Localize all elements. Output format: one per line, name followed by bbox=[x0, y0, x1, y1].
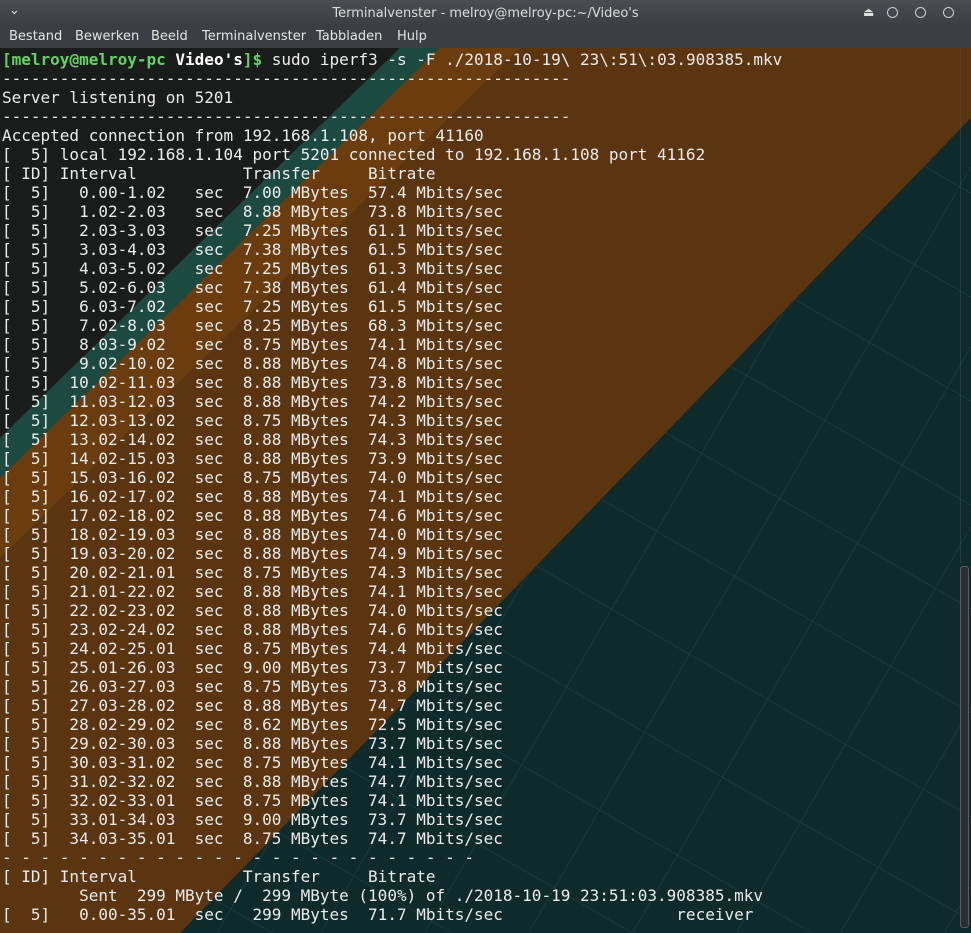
output-line: [ 5] 12.03-13.02 sec 8.75 MBytes 74.3 Mb… bbox=[2, 411, 503, 430]
output-line: ----------------------------------------… bbox=[2, 69, 571, 88]
output-line: [ ID] Interval Transfer Bitrate bbox=[2, 164, 436, 183]
output-line: [ 5] 26.03-27.03 sec 8.75 MBytes 73.8 Mb… bbox=[2, 677, 503, 696]
command-text: sudo iperf3 -s -F ./2018-10-19\ 23\:51\:… bbox=[271, 50, 783, 69]
output-line: [ 5] 19.03-20.02 sec 8.88 MBytes 74.9 Mb… bbox=[2, 544, 503, 563]
output-line: [ 5] 22.02-23.02 sec 8.88 MBytes 74.0 Mb… bbox=[2, 601, 503, 620]
output-line: [ 5] 13.02-14.02 sec 8.88 MBytes 74.3 Mb… bbox=[2, 430, 503, 449]
minimize-button[interactable] bbox=[887, 7, 898, 18]
output-line: [ 5] 21.01-22.02 sec 8.88 MBytes 74.1 Mb… bbox=[2, 582, 503, 601]
output-line: [ 5] 18.02-19.03 sec 8.88 MBytes 74.0 Mb… bbox=[2, 525, 503, 544]
output-line: [ 5] 24.02-25.01 sec 8.75 MBytes 74.4 Mb… bbox=[2, 639, 503, 658]
output-line: [ 5] local 192.168.1.104 port 5201 conne… bbox=[2, 145, 706, 164]
prompt-user-host: melroy@melroy-pc bbox=[11, 50, 166, 69]
menu-tabbladen[interactable]: Tabbladen bbox=[316, 29, 382, 44]
output-line: [ 5] 29.02-30.03 sec 8.88 MBytes 73.7 Mb… bbox=[2, 734, 503, 753]
output-line: [ 5] 10.02-11.03 sec 8.88 MBytes 73.8 Mb… bbox=[2, 373, 503, 392]
prompt-line: [melroy@melroy-pc Video's]$ sudo iperf3 … bbox=[2, 50, 782, 69]
keep-above-icon[interactable]: ⏏ bbox=[863, 5, 874, 19]
output-line: [ 5] 4.03-5.02 sec 7.25 MBytes 61.3 Mbit… bbox=[2, 259, 503, 278]
output-line: [ 5] 11.03-12.03 sec 8.88 MBytes 74.2 Mb… bbox=[2, 392, 503, 411]
terminal-output: [melroy@melroy-pc Video's]$ sudo iperf3 … bbox=[2, 50, 782, 924]
output-line: [ 5] 28.02-29.02 sec 8.62 MBytes 72.5 Mb… bbox=[2, 715, 503, 734]
output-line: [ 5] 16.02-17.02 sec 8.88 MBytes 74.1 Mb… bbox=[2, 487, 503, 506]
output-line: [ 5] 31.02-32.02 sec 8.88 MBytes 74.7 Mb… bbox=[2, 772, 503, 791]
prompt-open-bracket: [ bbox=[2, 50, 12, 69]
terminal-scrollbar[interactable] bbox=[957, 48, 971, 933]
output-line: [ 5] 1.02-2.03 sec 8.88 MBytes 73.8 Mbit… bbox=[2, 202, 503, 221]
output-line: [ 5] 0.00-35.01 sec 299 MBytes 71.7 Mbit… bbox=[2, 905, 754, 924]
output-line: [ 5] 8.03-9.02 sec 8.75 MBytes 74.1 Mbit… bbox=[2, 335, 503, 354]
output-line: [ 5] 14.02-15.03 sec 8.88 MBytes 73.9 Mb… bbox=[2, 449, 503, 468]
output-line: [ 5] 27.03-28.02 sec 8.88 MBytes 74.7 Mb… bbox=[2, 696, 503, 715]
output-line: [ 5] 6.03-7.02 sec 7.25 MBytes 61.5 Mbit… bbox=[2, 297, 503, 316]
output-line: [ 5] 34.03-35.01 sec 8.75 MBytes 74.7 Mb… bbox=[2, 829, 503, 848]
output-line: [ 5] 30.03-31.02 sec 8.75 MBytes 74.1 Mb… bbox=[2, 753, 503, 772]
output-line: [ 5] 7.02-8.03 sec 8.25 MBytes 68.3 Mbit… bbox=[2, 316, 503, 335]
window-title: Terminalvenster - melroy@melroy-pc:~/Vid… bbox=[332, 6, 639, 21]
window-titlebar[interactable]: ⌄ Terminalvenster - melroy@melroy-pc:~/V… bbox=[0, 0, 971, 27]
output-line: [ 5] 5.02-6.03 sec 7.38 MBytes 61.4 Mbit… bbox=[2, 278, 503, 297]
close-button[interactable] bbox=[943, 7, 954, 18]
output-line: [ 5] 2.03-3.03 sec 7.25 MBytes 61.1 Mbit… bbox=[2, 221, 503, 240]
scrollbar-track[interactable] bbox=[960, 48, 968, 563]
prompt-close-bracket: ]$ bbox=[242, 50, 263, 69]
output-line: [ 5] 15.03-16.02 sec 8.75 MBytes 74.0 Mb… bbox=[2, 468, 503, 487]
output-line: [ 5] 20.02-21.01 sec 8.75 MBytes 74.3 Mb… bbox=[2, 563, 503, 582]
output-line: [ 5] 33.01-34.03 sec 9.00 MBytes 73.7 Mb… bbox=[2, 810, 503, 829]
output-line: [ 5] 17.02-18.02 sec 8.88 MBytes 74.6 Mb… bbox=[2, 506, 503, 525]
output-line: [ 5] 9.02-10.02 sec 8.88 MBytes 74.8 Mbi… bbox=[2, 354, 503, 373]
output-line: [ 5] 3.03-4.03 sec 7.38 MBytes 61.5 Mbit… bbox=[2, 240, 503, 259]
menu-bar: Bestand Bewerken Beeld Terminalvenster T… bbox=[0, 27, 971, 48]
menu-hulp[interactable]: Hulp bbox=[397, 29, 427, 44]
output-line: Server listening on 5201 bbox=[2, 88, 234, 107]
prompt-directory: Video's bbox=[175, 50, 243, 69]
output-line: Accepted connection from 192.168.1.108, … bbox=[2, 126, 484, 145]
output-line: [ ID] Interval Transfer Bitrate bbox=[2, 867, 436, 886]
scrollbar-thumb[interactable] bbox=[960, 566, 969, 928]
menu-beeld[interactable]: Beeld bbox=[151, 29, 188, 44]
menu-terminalvenster[interactable]: Terminalvenster bbox=[202, 29, 306, 44]
output-line: [ 5] 0.00-1.02 sec 7.00 MBytes 57.4 Mbit… bbox=[2, 183, 503, 202]
output-line: ----------------------------------------… bbox=[2, 107, 571, 126]
output-line: [ 5] 23.02-24.02 sec 8.88 MBytes 74.6 Mb… bbox=[2, 620, 503, 639]
output-line: [ 5] 25.01-26.03 sec 9.00 MBytes 73.7 Mb… bbox=[2, 658, 503, 677]
output-line: - - - - - - - - - - - - - - - - - - - - … bbox=[2, 848, 475, 867]
terminal-area[interactable]: [melroy@melroy-pc Video's]$ sudo iperf3 … bbox=[0, 48, 971, 933]
output-line: [ 5] 32.02-33.01 sec 8.75 MBytes 74.1 Mb… bbox=[2, 791, 503, 810]
menu-bestand[interactable]: Bestand bbox=[9, 29, 62, 44]
menu-bewerken[interactable]: Bewerken bbox=[75, 29, 139, 44]
maximize-button[interactable] bbox=[915, 7, 926, 18]
output-line: Sent 299 MByte / 299 MByte (100%) of ./2… bbox=[2, 886, 763, 905]
